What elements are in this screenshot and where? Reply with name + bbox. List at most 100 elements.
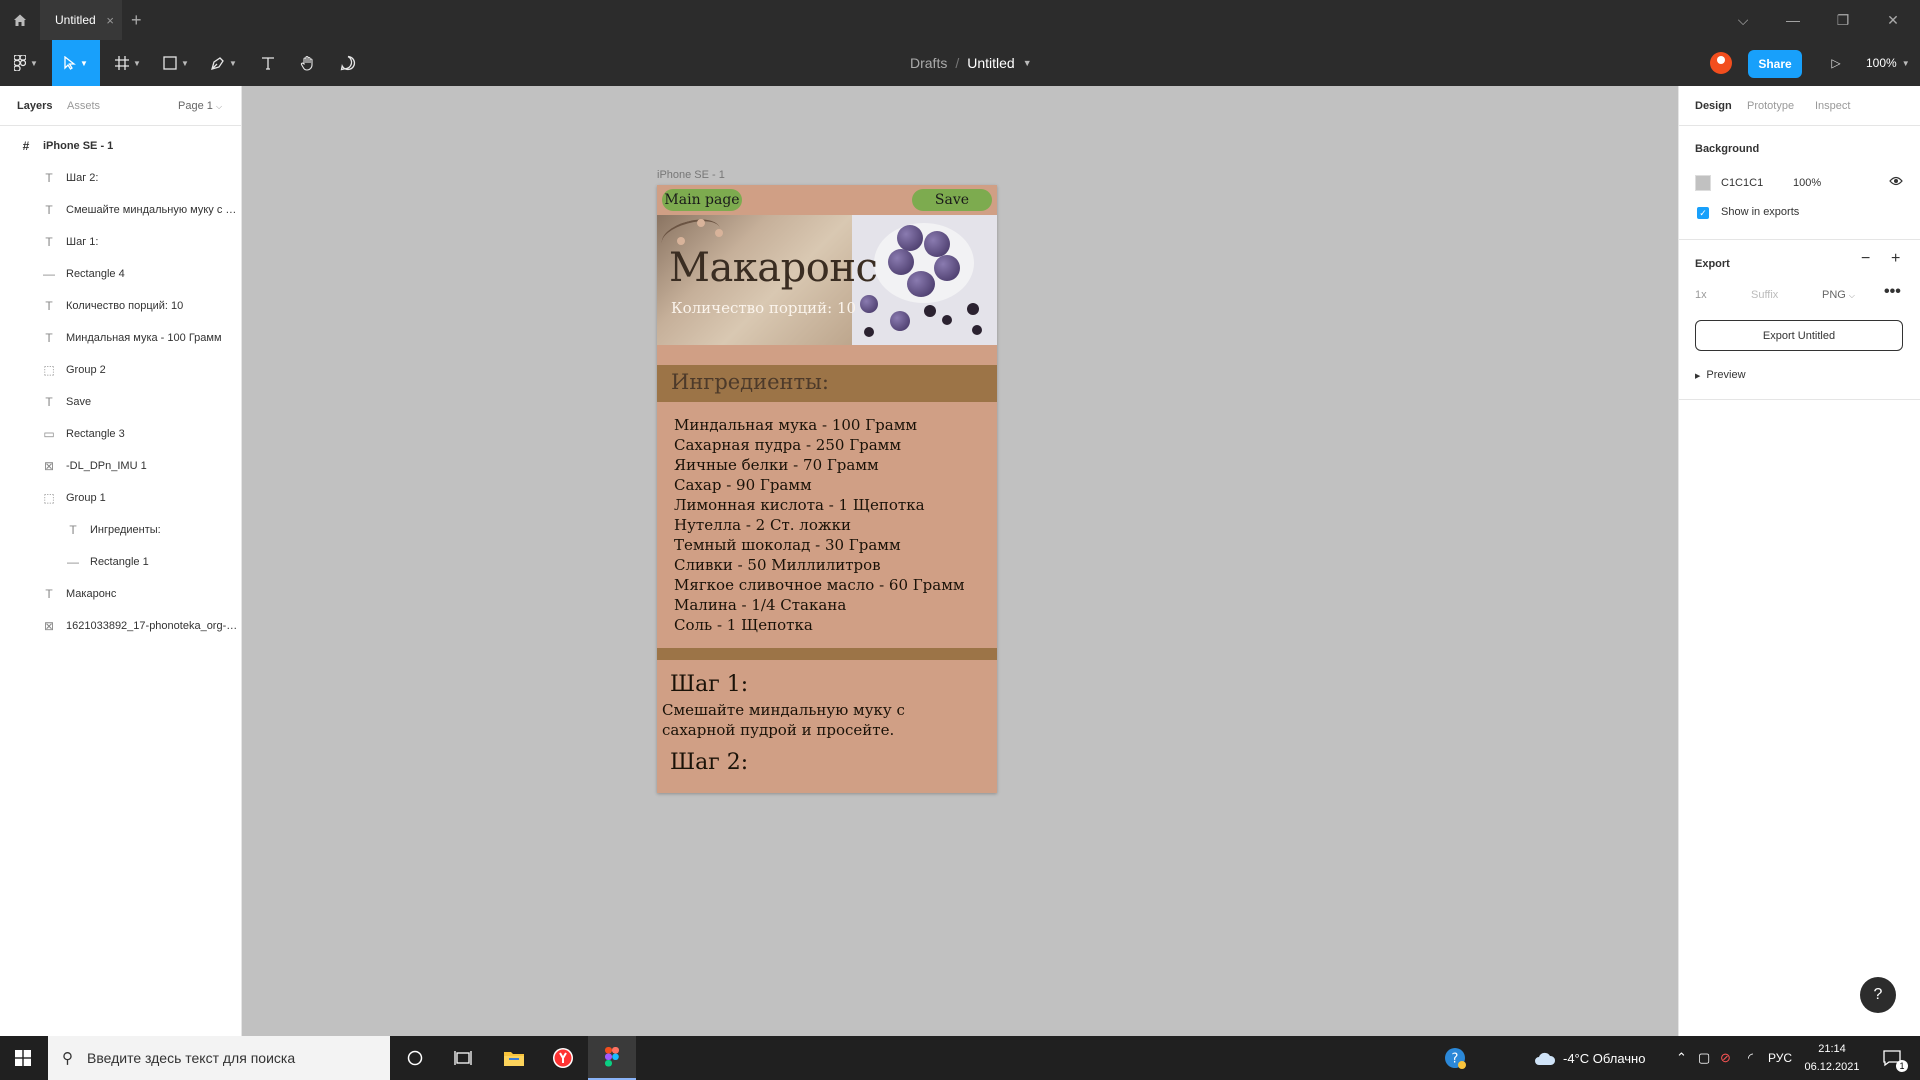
tab-prototype[interactable]: Prototype — [1747, 86, 1794, 126]
layer-item[interactable]: — Rectangle 4 — [0, 258, 241, 290]
layer-item[interactable]: # iPhone SE - 1 — [0, 130, 241, 162]
restore-icon[interactable]: ❐ — [1823, 0, 1863, 40]
weather-text[interactable]: -4°C Облачно — [1563, 1036, 1645, 1080]
file-name[interactable]: Untitled — [967, 55, 1014, 71]
text-icon: T — [45, 587, 53, 601]
wifi-icon[interactable]: ◜ — [1748, 1036, 1753, 1080]
close-tab-icon[interactable]: × — [106, 13, 114, 28]
avatar[interactable] — [1710, 52, 1732, 74]
hand-tool-button[interactable] — [292, 40, 324, 86]
breadcrumb-drafts[interactable]: Drafts — [910, 55, 947, 71]
export-suffix-input[interactable]: Suffix — [1751, 289, 1778, 301]
main-page-button[interactable]: Main page — [662, 189, 742, 211]
share-button[interactable]: Share — [1748, 50, 1802, 78]
layer-name: -DL_DPn_IMU 1 — [66, 460, 147, 472]
eye-icon[interactable] — [1889, 175, 1903, 189]
close-window-icon[interactable]: ✕ — [1873, 0, 1913, 40]
frame-tool-button[interactable]: ▼ — [108, 40, 148, 86]
chevron-down-icon[interactable]: ▼ — [1023, 58, 1032, 68]
show-in-exports-label: Show in exports — [1721, 206, 1800, 218]
macaron — [888, 249, 914, 275]
chevron-down-icon[interactable]: ⌵ — [1723, 0, 1763, 40]
layer-item[interactable]: T Ингредиенты: — [0, 514, 241, 546]
shape-tool-button[interactable]: ▼ — [156, 40, 196, 86]
taskbar-search-input[interactable]: ⚲ Введите здесь текст для поиска — [48, 1036, 390, 1080]
tab-inspect[interactable]: Inspect — [1815, 86, 1850, 126]
clock[interactable]: 21:14 06.12.2021 — [1800, 1040, 1864, 1076]
file-explorer-icon[interactable] — [494, 1036, 534, 1080]
home-icon[interactable] — [0, 0, 40, 40]
export-format-select[interactable]: PNG ⌵ — [1822, 289, 1855, 301]
present-play-icon[interactable]: ▷ — [1826, 49, 1846, 77]
pen-tool-button[interactable]: ▼ — [204, 40, 244, 86]
yandex-browser-icon[interactable] — [543, 1036, 583, 1080]
notification-center-icon[interactable]: 1 — [1872, 1036, 1912, 1080]
layer-item[interactable]: T Миндальная мука - 100 Грамм — [0, 322, 241, 354]
comment-icon — [340, 55, 356, 71]
more-options-icon[interactable]: ••• — [1884, 283, 1901, 301]
layer-item[interactable]: T Количество порций: 10 — [0, 290, 241, 322]
export-button[interactable]: Export Untitled — [1695, 320, 1903, 351]
minimize-icon[interactable]: — — [1773, 0, 1813, 40]
background-opacity-input[interactable]: 100% — [1793, 177, 1821, 189]
hero-image: Макаронс Количество порций: 10 — [657, 213, 997, 345]
background-hex-input[interactable]: C1C1C1 — [1721, 177, 1763, 189]
text-icon: T — [45, 203, 53, 217]
chevron-up-icon[interactable]: ⌃ — [1676, 1036, 1687, 1080]
weather-cloud-icon[interactable] — [1532, 1036, 1558, 1080]
step-1-title: Шаг 1: — [670, 672, 749, 697]
macaron — [924, 231, 950, 257]
layer-item[interactable]: ⬚ Group 1 — [0, 482, 241, 514]
new-tab-icon[interactable]: + — [131, 0, 142, 40]
show-in-exports-checkbox[interactable]: ✓ — [1697, 207, 1709, 219]
layer-item[interactable]: T Макаронс — [0, 578, 241, 610]
layer-name: Шаг 1: — [66, 236, 99, 248]
layers-panel-tabs: Layers Assets Page 1 ⌵ — [0, 86, 241, 126]
cortana-icon[interactable] — [395, 1036, 435, 1080]
help-button[interactable]: ? — [1860, 977, 1896, 1013]
background-color-swatch[interactable] — [1695, 175, 1711, 191]
save-button[interactable]: Save — [912, 189, 992, 211]
layer-item[interactable]: ▭ Rectangle 3 — [0, 418, 241, 450]
figma-taskbar-icon[interactable] — [588, 1036, 636, 1080]
comment-tool-button[interactable] — [332, 40, 364, 86]
layer-name: Макаронс — [66, 588, 117, 600]
iphone-frame[interactable]: Main page Save Макаронс Количество порци… — [657, 185, 997, 793]
task-view-icon[interactable] — [443, 1036, 483, 1080]
export-scale-select[interactable]: 1x — [1695, 289, 1707, 301]
layer-item[interactable]: ⬚ Group 2 — [0, 354, 241, 386]
tab-layers[interactable]: Layers — [17, 86, 52, 126]
frame-label[interactable]: iPhone SE - 1 — [657, 169, 725, 181]
zoom-dropdown[interactable]: 100% ▼ — [1866, 49, 1910, 77]
page-selector-label: Page 1 — [178, 100, 213, 112]
layer-item[interactable]: — Rectangle 1 — [0, 546, 241, 578]
recipe-title: Макаронс — [669, 245, 878, 291]
layer-name: Смешайте миндальную муку с сахарной пудр… — [66, 204, 241, 216]
help-tray-icon[interactable]: ? — [1440, 1036, 1470, 1080]
layer-item[interactable]: T Шаг 1: — [0, 226, 241, 258]
preview-toggle[interactable]: ▶ Preview — [1695, 369, 1746, 381]
layer-item[interactable]: T Save — [0, 386, 241, 418]
plus-icon[interactable]: + — [1891, 250, 1900, 268]
layer-item[interactable]: ⊠ -DL_DPn_IMU 1 — [0, 450, 241, 482]
layer-item[interactable]: T Смешайте миндальную муку с сахарной пу… — [0, 194, 241, 226]
tab-design[interactable]: Design — [1695, 86, 1732, 126]
layer-name: 1621033892_17-phonoteka_org-p-makaroni-n… — [66, 620, 241, 632]
clock-date: 06.12.2021 — [1804, 1061, 1860, 1073]
network-error-icon[interactable]: ⊘ — [1720, 1036, 1731, 1080]
file-tab[interactable]: Untitled × — [40, 0, 122, 40]
tray-device-icon[interactable]: ▢ — [1698, 1036, 1710, 1080]
page-selector[interactable]: Page 1 ⌵ — [178, 86, 222, 126]
step-2-title: Шаг 2: — [670, 750, 749, 775]
tab-assets[interactable]: Assets — [67, 86, 100, 126]
chevron-down-icon: ▼ — [133, 58, 141, 68]
move-tool-button[interactable]: ▼ — [52, 40, 100, 86]
text-tool-button[interactable] — [252, 40, 284, 86]
windows-start-icon[interactable] — [0, 1036, 46, 1080]
main-menu-button[interactable]: ▼ — [8, 40, 44, 86]
layer-item[interactable]: ⊠ 1621033892_17-phonoteka_org-p-makaroni… — [0, 610, 241, 642]
layer-item[interactable]: T Шаг 2: — [0, 162, 241, 194]
language-indicator[interactable]: РУС — [1768, 1036, 1792, 1080]
minus-icon[interactable]: − — [1861, 250, 1870, 268]
pen-icon — [211, 57, 224, 70]
